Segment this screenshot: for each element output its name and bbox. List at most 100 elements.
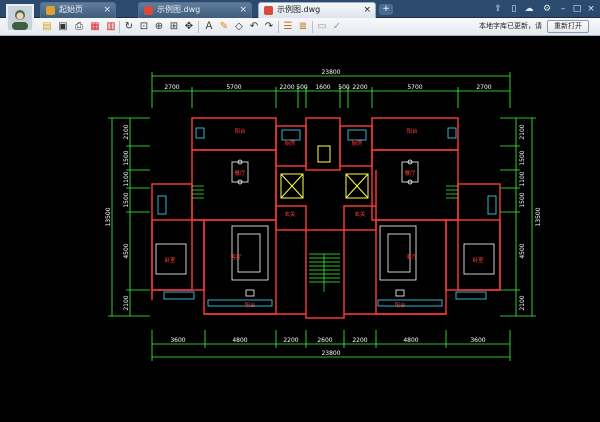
tab-bar: 起始页 × 示例图.dwg × 示例图.dwg × + ⇪ ▯ ☁ ⚙ – □ …: [0, 0, 600, 18]
cad-viewer-window: 起始页 × 示例图.dwg × 示例图.dwg × + ⇪ ▯ ☁ ⚙ – □ …: [0, 0, 600, 422]
toolbar-separator: [198, 21, 199, 33]
top-dim-8: 5700: [407, 84, 422, 91]
top-dim-9: 2700: [476, 84, 491, 91]
minimize-icon[interactable]: –: [557, 3, 569, 15]
close-icon[interactable]: ×: [103, 3, 111, 17]
toolbar-separator: [312, 21, 313, 33]
new-tab-button[interactable]: +: [379, 4, 393, 15]
top-dim-6: 500: [338, 84, 350, 91]
room-foyer-left: 玄关: [284, 210, 296, 218]
room-dining-left: 餐厅: [234, 169, 246, 177]
home-icon: [46, 6, 55, 15]
check-icon[interactable]: ✓: [330, 20, 344, 34]
left-dim-6: 2100: [123, 295, 130, 310]
close-window-icon[interactable]: ×: [585, 3, 597, 15]
left-dim-5: 4500: [123, 243, 130, 258]
close-icon[interactable]: ×: [363, 3, 371, 17]
rotate-icon[interactable]: ↻: [122, 20, 136, 34]
top-dim-2: 5700: [226, 84, 241, 91]
bottom-total-dim: 23800: [321, 350, 340, 357]
undo-icon[interactable]: ▥: [104, 20, 118, 34]
save-icon[interactable]: ▣: [56, 20, 70, 34]
bottom-dim-2: 4800: [232, 337, 247, 344]
right-dim-4: 1500: [519, 192, 526, 207]
left-dimensions: [108, 117, 150, 317]
right-dim-1: 2100: [519, 124, 526, 139]
furniture: [155, 159, 495, 297]
zoom-in-icon[interactable]: ⊕: [152, 20, 166, 34]
reopen-button[interactable]: 重新打开: [547, 20, 589, 33]
right-total-dim: 13500: [535, 207, 542, 226]
left-dim-4: 1500: [123, 192, 130, 207]
right-dim-labels: 2100 1500 1100 1500 4500 2100 13500: [519, 124, 542, 310]
top-dim-3: 2200: [279, 84, 294, 91]
room-living-left: 客厅: [230, 253, 242, 261]
eraser-icon[interactable]: ◇: [232, 20, 246, 34]
bottom-dim-4: 2600: [317, 337, 332, 344]
tab-drawing-1[interactable]: 示例图.dwg ×: [138, 2, 252, 18]
right-dim-3: 1100: [519, 171, 526, 186]
room-living-right: 客厅: [406, 253, 418, 261]
tab-drawing-2[interactable]: 示例图.dwg ×: [258, 2, 376, 18]
open-icon[interactable]: ▤: [40, 20, 54, 34]
room-bed-left: 卧室: [164, 256, 176, 264]
tab-label: 起始页: [59, 5, 83, 14]
mobile-icon[interactable]: ▯: [508, 3, 520, 15]
floor-plan[interactable]: 23800 2700 5700 2200 500 1600 500 2200 5…: [0, 36, 600, 422]
avatar[interactable]: [6, 4, 34, 32]
user-avatar-icon: [8, 6, 32, 30]
left-dim-labels: 2100 1500 1100 1500 4500 2100 13500: [105, 124, 130, 310]
top-dim-4: 500: [296, 84, 308, 91]
bottom-dim-3: 2200: [283, 337, 298, 344]
top-total-dim: 23800: [321, 69, 340, 76]
left-dim-3: 1100: [123, 171, 130, 186]
room-kitchen-left: 厨房: [284, 139, 296, 147]
top-dim-7: 2200: [352, 84, 367, 91]
right-dim-2: 1500: [519, 150, 526, 165]
close-icon[interactable]: ×: [239, 3, 247, 17]
top-dimensions: [151, 72, 511, 108]
bottom-dim-6: 4800: [403, 337, 418, 344]
cloud-icon[interactable]: ☁: [523, 3, 535, 15]
zoom-extent-icon[interactable]: ⊞: [167, 20, 181, 34]
room-porch-right: 阳台: [394, 301, 406, 309]
font-update-notice: 本地字库已更新，请: [479, 22, 542, 30]
bottom-dim-labels: 3600 4800 2200 2600 2200 4800 3600 23800: [170, 337, 485, 357]
fixtures: [157, 127, 497, 307]
text-icon[interactable]: Ａ: [202, 20, 216, 34]
maximize-icon[interactable]: □: [571, 3, 583, 15]
toolbar-separator: [119, 21, 120, 33]
layer-icon[interactable]: ☰: [281, 20, 295, 34]
bottom-dim-5: 2200: [352, 337, 367, 344]
tab-start-page[interactable]: 起始页 ×: [40, 2, 116, 18]
right-dimensions: [500, 117, 536, 317]
pan-icon[interactable]: ✥: [182, 20, 196, 34]
room-porch-left: 阳台: [244, 301, 256, 309]
toolbar-separator: [278, 21, 279, 33]
zoom-window-icon[interactable]: ⊡: [137, 20, 151, 34]
room-dining-right: 餐厅: [404, 169, 416, 177]
measure-icon[interactable]: ▭: [315, 20, 329, 34]
settings-icon[interactable]: ⚙: [541, 3, 553, 15]
forward-icon[interactable]: ↷: [262, 20, 276, 34]
room-kitchen-right: 厨房: [351, 139, 363, 147]
right-dim-6: 2100: [519, 295, 526, 310]
top-dim-1: 2700: [164, 84, 179, 91]
pdf-icon[interactable]: ▦: [88, 20, 102, 34]
pen-icon[interactable]: ✎: [217, 20, 231, 34]
elevator-shafts: [280, 145, 369, 199]
top-dim-5: 1600: [315, 84, 330, 91]
tab-label: 示例图.dwg: [157, 5, 201, 14]
tab-label: 示例图.dwg: [277, 5, 321, 14]
left-total-dim: 13500: [105, 207, 112, 226]
layers-icon[interactable]: ≣: [296, 20, 310, 34]
bottom-dim-7: 3600: [470, 337, 485, 344]
left-dim-1: 2100: [123, 124, 130, 139]
room-bed-right: 卧室: [472, 256, 484, 264]
right-dim-5: 4500: [519, 243, 526, 258]
drawing-canvas[interactable]: 23800 2700 5700 2200 500 1600 500 2200 5…: [0, 36, 600, 422]
back-icon[interactable]: ↶: [247, 20, 261, 34]
share-icon[interactable]: ⇪: [492, 3, 504, 15]
top-dim-labels: 23800 2700 5700 2200 500 1600 500 2200 5…: [164, 69, 491, 91]
print-icon[interactable]: ⎙: [72, 20, 86, 34]
